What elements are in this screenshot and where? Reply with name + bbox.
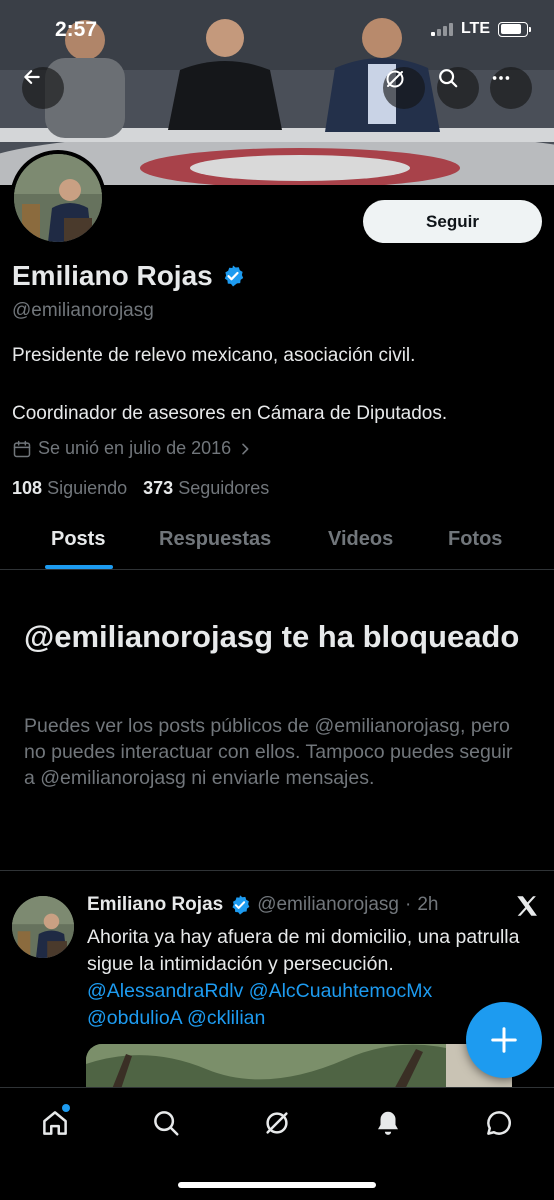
post-body: Ahorita ya hay afuera de mi domicilio, u… [87, 924, 527, 1032]
following-count: 108 [12, 478, 43, 498]
signal-icon [430, 22, 453, 36]
followers-count: 373 [143, 478, 174, 498]
post-avatar[interactable] [12, 896, 74, 958]
blocked-title: @emilianorojasg te ha bloqueado [24, 619, 520, 654]
back-button[interactable] [22, 67, 64, 109]
post-text: Ahorita ya hay afuera de mi domicilio, u… [87, 926, 520, 975]
follow-counts: 108 Siguiendo 373 Seguidores [12, 478, 269, 499]
notifications-icon [378, 1111, 398, 1135]
follow-button[interactable]: Seguir [363, 200, 542, 243]
joined-label: Se unió en julio de 2016 [38, 438, 232, 458]
chevron-right-icon [242, 443, 249, 454]
profile-avatar[interactable] [10, 150, 106, 246]
following-label: Siguiendo [47, 478, 128, 498]
followers-label: Seguidores [178, 478, 270, 498]
status-indicators: LTE [430, 20, 531, 38]
home-notification-dot [62, 1104, 70, 1112]
profile-tabs: Posts Respuestas Videos Fotos [0, 520, 554, 570]
search-button[interactable] [437, 67, 479, 109]
followers-link[interactable]: 373 Seguidores [143, 478, 269, 499]
profile-handle: @emilianorojasg [12, 300, 154, 321]
tab-fotos[interactable]: Fotos [448, 528, 502, 551]
following-link[interactable]: 108 Siguiendo [12, 478, 127, 499]
nav-search[interactable] [149, 1106, 183, 1140]
x-logo-icon [514, 893, 540, 924]
messages-icon [487, 1111, 511, 1135]
avatar-photo [14, 154, 102, 242]
search-icon [439, 69, 458, 88]
tab-videos[interactable]: Videos [328, 528, 393, 551]
status-time: 2:57 [55, 18, 98, 41]
tab-posts[interactable]: Posts [51, 528, 105, 551]
tab-respuestas[interactable]: Respuestas [159, 528, 271, 551]
post-header: Emiliano Rojas @emilianorojasg · 2h [87, 894, 438, 916]
more-icon [492, 76, 510, 80]
avatar-photo [12, 896, 74, 958]
calendar-icon [13, 440, 31, 457]
post-separator: · [405, 894, 412, 915]
grok-button[interactable] [383, 67, 425, 109]
nav-grok[interactable] [260, 1106, 294, 1140]
post-mentions[interactable]: @AlessandraRdlv @AlcCuauhtemocMx [87, 978, 527, 1005]
nav-notifications[interactable] [371, 1106, 405, 1140]
profile-name-row: Emiliano Rojas [12, 260, 245, 292]
compose-post-button[interactable] [466, 1002, 542, 1078]
back-arrow-icon [24, 70, 40, 84]
plus-icon [491, 1027, 517, 1053]
profile-name: Emiliano Rojas [12, 260, 213, 291]
verified-badge-icon[interactable] [221, 264, 245, 288]
blocked-description: Puedes ver los posts públicos de @emilia… [24, 715, 513, 789]
search-icon [154, 1111, 179, 1136]
divider [0, 870, 554, 871]
verified-badge-icon [232, 895, 250, 915]
grok-icon [266, 1112, 288, 1134]
home-indicator [178, 1182, 376, 1188]
nav-messages[interactable] [482, 1106, 516, 1140]
post-author-name[interactable]: Emiliano Rojas [87, 894, 223, 916]
grok-icon [386, 70, 404, 88]
battery-icon [498, 21, 531, 37]
home-icon [43, 1111, 67, 1135]
more-button[interactable] [490, 67, 532, 109]
network-label: LTE [460, 20, 490, 37]
post-author-handle: @emilianorojasg [257, 894, 399, 915]
bio-line: Coordinador de asesores en Cámara de Dip… [12, 403, 448, 424]
bio-line: Presidente de relevo mexicano, asociació… [12, 345, 416, 366]
post-mentions[interactable]: @obdulioA @cklilian [87, 1005, 527, 1032]
post-time: 2h [417, 894, 439, 915]
active-tab-indicator [45, 565, 113, 569]
joined-date[interactable]: Se unió en julio de 2016 [12, 438, 253, 459]
